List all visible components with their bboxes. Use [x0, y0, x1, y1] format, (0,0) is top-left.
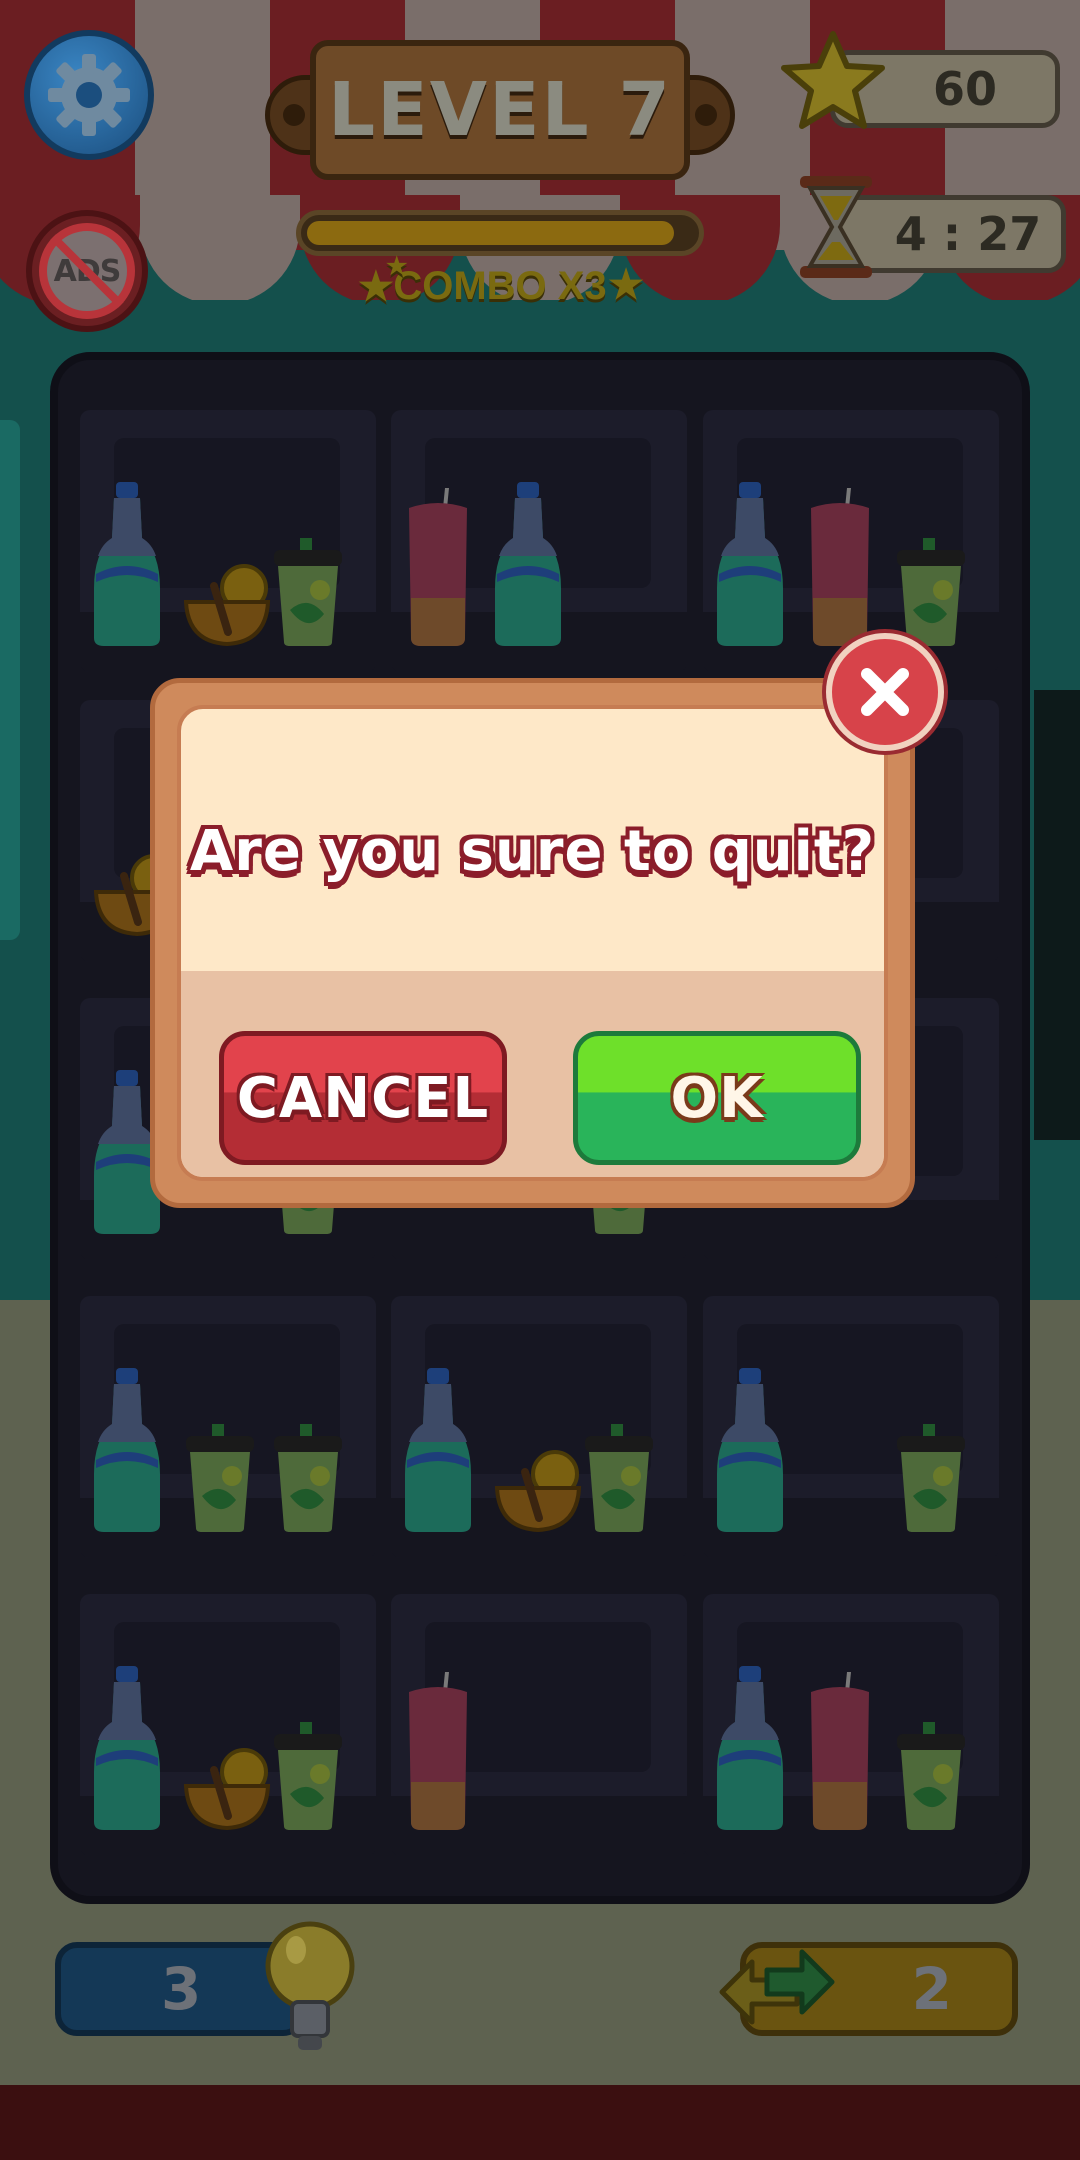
hint-count: 3	[161, 1955, 202, 2023]
soda-bottle-item[interactable]	[713, 1662, 787, 1836]
mojito-cup-item[interactable]	[579, 1424, 659, 1538]
soda-bottle-item[interactable]	[401, 1364, 475, 1538]
soda-bottle-item[interactable]	[90, 1364, 164, 1538]
mojito-cup-item[interactable]	[268, 538, 348, 652]
shelf-cell[interactable]	[391, 1296, 687, 1558]
soda-bottle-item[interactable]	[713, 1364, 787, 1538]
pink-lemonade-item[interactable]	[401, 1672, 475, 1836]
mojito-cup-item[interactable]	[180, 1424, 260, 1538]
side-panel	[1034, 690, 1080, 1140]
no-ads-button[interactable]: ADS	[26, 210, 148, 332]
gear-icon	[48, 54, 130, 136]
level-sign: LEVEL 7	[265, 40, 735, 180]
lightbulb-icon	[265, 1921, 355, 2050]
level-progress-fill	[307, 221, 674, 245]
honey-bowl-item[interactable]	[180, 556, 274, 652]
cancel-label: CANCEL	[236, 1065, 490, 1131]
pink-lemonade-item[interactable]	[803, 488, 877, 652]
quit-dialog: Are you sure to quit? CANCEL OK	[150, 678, 915, 1208]
combo-indicator: ★ ★ COMBO X3 ★	[358, 253, 644, 314]
soda-bottle-item[interactable]	[90, 478, 164, 652]
dialog-panel: Are you sure to quit? CANCEL OK	[177, 705, 888, 1181]
combo-star-icon: ★	[386, 253, 408, 280]
combo-label: COMBO X3	[393, 263, 607, 308]
soda-bottle-item[interactable]	[713, 478, 787, 652]
level-progress-bar	[296, 210, 704, 256]
level-label: LEVEL 7	[328, 67, 672, 153]
pink-lemonade-item[interactable]	[803, 1672, 877, 1836]
no-ads-label: ADS	[53, 253, 122, 289]
honey-bowl-item[interactable]	[491, 1442, 585, 1538]
dialog-message: Are you sure to quit?	[189, 819, 876, 884]
honey-bowl-item[interactable]	[180, 1740, 274, 1836]
soda-bottle-item[interactable]	[491, 478, 565, 652]
close-icon	[861, 668, 909, 716]
mojito-cup-item[interactable]	[891, 1424, 971, 1538]
ok-label: OK	[670, 1065, 764, 1131]
shuffle-icon	[719, 1949, 835, 2025]
star-icon	[781, 31, 885, 129]
shelf-cell[interactable]	[391, 410, 687, 672]
combo-star-icon: ★	[608, 263, 644, 307]
ok-button[interactable]: OK	[573, 1031, 861, 1165]
shelf-cell[interactable]	[80, 410, 376, 672]
pink-lemonade-item[interactable]	[401, 488, 475, 652]
soda-bottle-item[interactable]	[90, 1662, 164, 1836]
mojito-cup-item[interactable]	[268, 1424, 348, 1538]
mojito-cup-item[interactable]	[268, 1722, 348, 1836]
star-count: 60	[932, 62, 997, 116]
floor-stripe	[0, 2085, 1080, 2160]
game-scene: ADS LEVEL 7 ★ ★ COMBO X3 ★ 60 4 : 27 3 2…	[0, 0, 1080, 2160]
shelf-cell[interactable]	[391, 1594, 687, 1856]
mojito-cup-item[interactable]	[891, 1722, 971, 1836]
hourglass-icon	[800, 176, 872, 278]
cancel-button[interactable]: CANCEL	[219, 1031, 507, 1165]
timer-value: 4 : 27	[894, 207, 1042, 261]
close-button[interactable]	[826, 633, 944, 751]
settings-button[interactable]	[24, 30, 154, 160]
shelf-cell[interactable]	[703, 1594, 999, 1856]
shelf-cell[interactable]	[703, 1296, 999, 1558]
shuffle-count: 2	[911, 1955, 952, 2023]
no-ads-icon: ADS	[39, 223, 135, 319]
side-shelf-edge	[0, 420, 20, 940]
shelf-cell[interactable]	[80, 1594, 376, 1856]
shelf-cell[interactable]	[80, 1296, 376, 1558]
shelf-cell[interactable]	[703, 410, 999, 672]
